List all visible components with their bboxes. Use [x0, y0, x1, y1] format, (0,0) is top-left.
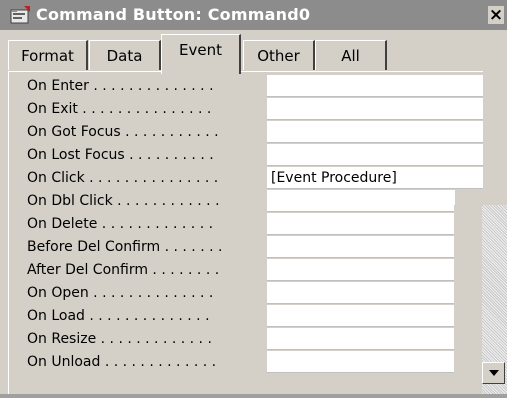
- tab-format[interactable]: Format: [8, 40, 88, 70]
- property-label: On Click . . . . . . . . . . . . . . .: [27, 170, 219, 186]
- tab-other[interactable]: Other: [243, 40, 315, 70]
- property-value-field[interactable]: [267, 236, 455, 258]
- property-label: On Resize . . . . . . . . . . . . .: [27, 331, 212, 347]
- window-bottom-border: [0, 394, 507, 398]
- property-row-on-got-focus: On Got Focus . . . . . . . . . . .: [9, 121, 483, 144]
- property-label: On Load . . . . . . . . . . . . . .: [27, 308, 210, 324]
- property-value-field[interactable]: [267, 351, 455, 373]
- property-value-field[interactable]: [267, 190, 455, 212]
- property-label: On Got Focus . . . . . . . . . . .: [27, 124, 219, 140]
- property-value-field[interactable]: [Event Procedure]: [267, 167, 483, 189]
- property-value-field[interactable]: [267, 328, 455, 350]
- scroll-down-button[interactable]: [482, 362, 505, 384]
- property-row-on-unload: On Unload . . . . . . . . . . . . .: [9, 351, 483, 374]
- property-value-field[interactable]: [267, 98, 483, 120]
- property-value-field[interactable]: [267, 75, 483, 97]
- property-row-on-lost-focus: On Lost Focus . . . . . . . . . .: [9, 144, 483, 167]
- form-properties-icon: [10, 6, 30, 24]
- tab-event[interactable]: Event: [161, 34, 241, 74]
- property-label: On Delete . . . . . . . . . . . . .: [27, 216, 214, 232]
- property-label: On Lost Focus . . . . . . . . . .: [27, 147, 214, 163]
- tab-all[interactable]: All: [315, 40, 387, 70]
- property-value-field[interactable]: [267, 121, 483, 143]
- property-row-on-exit: On Exit . . . . . . . . . . . . . . .: [9, 98, 483, 121]
- property-row-on-open: On Open . . . . . . . . . . . . . .: [9, 282, 483, 305]
- property-value-field[interactable]: [267, 282, 455, 304]
- property-value-field[interactable]: [267, 144, 483, 166]
- property-label: On Dbl Click . . . . . . . . . . . .: [27, 193, 220, 209]
- property-value-field[interactable]: [267, 213, 455, 235]
- property-row-on-delete: On Delete . . . . . . . . . . . . .: [9, 213, 483, 236]
- tab-strip: Format Data Event Other All: [0, 32, 507, 74]
- tab-data[interactable]: Data: [89, 40, 161, 70]
- property-row-on-resize: On Resize . . . . . . . . . . . . .: [9, 328, 483, 351]
- title-bar: Command Button: Command0 ×: [0, 0, 507, 30]
- property-row-on-click: On Click . . . . . . . . . . . . . . . […: [9, 167, 483, 190]
- property-list: On Enter . . . . . . . . . . . . . . On …: [8, 71, 483, 395]
- property-row-on-load: On Load . . . . . . . . . . . . . .: [9, 305, 483, 328]
- property-label: After Del Confirm . . . . . . . .: [27, 262, 220, 278]
- property-label: On Unload . . . . . . . . . . . . .: [27, 354, 217, 370]
- property-row-before-del-confirm: Before Del Confirm . . . . . . .: [9, 236, 483, 259]
- property-value-field[interactable]: [267, 305, 455, 327]
- property-label: Before Del Confirm . . . . . . .: [27, 239, 223, 255]
- property-label: On Enter . . . . . . . . . . . . . .: [27, 78, 214, 94]
- property-value-field[interactable]: [267, 259, 455, 281]
- property-row-after-del-confirm: After Del Confirm . . . . . . . .: [9, 259, 483, 282]
- property-label: On Open . . . . . . . . . . . . . .: [27, 285, 214, 301]
- property-label: On Exit . . . . . . . . . . . . . . .: [27, 101, 212, 117]
- property-row-on-dbl-click: On Dbl Click . . . . . . . . . . . .: [9, 190, 483, 213]
- triangle-down-icon: [488, 370, 499, 376]
- property-row-on-enter: On Enter . . . . . . . . . . . . . .: [9, 75, 483, 98]
- close-button[interactable]: ×: [488, 6, 504, 24]
- window-title: Command Button: Command0: [36, 5, 311, 24]
